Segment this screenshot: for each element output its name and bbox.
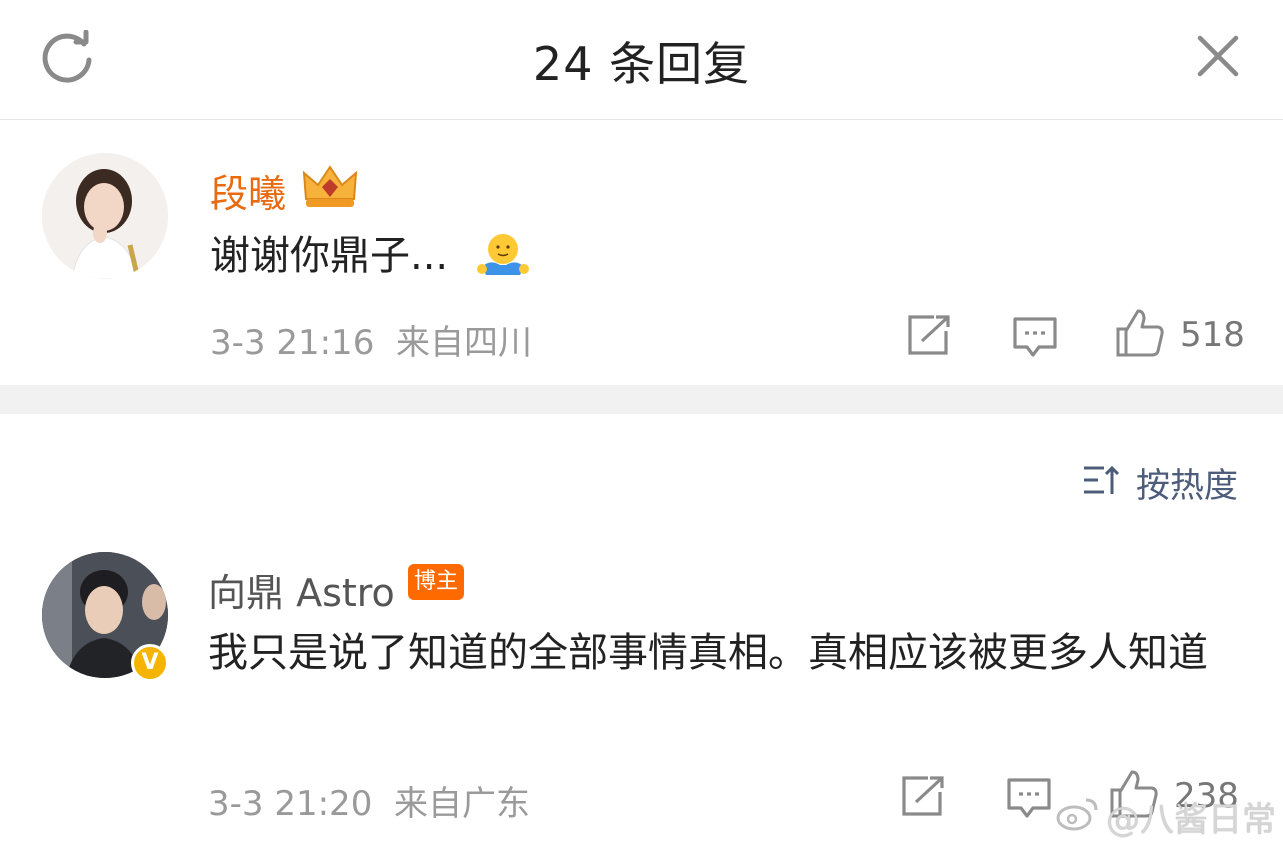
comment-meta: 3-3 21:16 来自四川 xyxy=(210,315,532,364)
crown-icon xyxy=(300,163,360,211)
comment-text: 我只是说了知道的全部事情真相。真相应该被更多人知道 xyxy=(208,630,1208,676)
verified-badge: V xyxy=(131,644,169,682)
weibo-logo-icon xyxy=(1056,798,1098,831)
watermark-text: @八酱日常 xyxy=(1106,800,1276,840)
like-icon[interactable] xyxy=(1114,307,1166,359)
comment-meta: 3-3 21:20 来自广东 xyxy=(208,776,530,825)
section-divider xyxy=(0,385,1283,414)
comment-icon[interactable] xyxy=(1005,776,1053,820)
close-icon[interactable] xyxy=(1194,32,1242,80)
comment-item: 段曦 谢谢你鼎子... 3-3 21:16 来自四川 518 xyxy=(0,121,1283,385)
sort-icon xyxy=(1084,465,1120,494)
share-icon[interactable] xyxy=(900,774,948,818)
comment-text: 谢谢你鼎子... xyxy=(210,233,449,279)
like-count: 518 xyxy=(1180,315,1245,355)
user-name[interactable]: 段曦 xyxy=(210,163,286,218)
comment-source: 来自四川 xyxy=(395,323,532,363)
comment-time: 3-3 21:20 xyxy=(208,784,373,824)
comment-source: 来自广东 xyxy=(393,784,530,824)
share-icon[interactable] xyxy=(906,313,954,357)
user-name[interactable]: 向鼎 Astro xyxy=(208,562,395,617)
comment-time: 3-3 21:16 xyxy=(210,323,375,363)
hug-emoji-icon xyxy=(476,229,530,283)
sort-label: 按热度 xyxy=(1136,466,1238,506)
header-bar: 24 条回复 xyxy=(0,0,1283,120)
reply-page: 24 条回复 段曦 谢谢你鼎子... 3-3 21:16 来自四川 518 按热… xyxy=(0,0,1283,845)
avatar[interactable] xyxy=(42,153,168,279)
comment-icon[interactable] xyxy=(1011,315,1059,359)
comment-item: 按热度 V 向鼎 Astro 博主 我只是说了知道的全部事情真相。真相应该被更多… xyxy=(0,414,1283,845)
author-badge: 博主 xyxy=(408,564,465,600)
page-title: 24 条回复 xyxy=(532,37,751,91)
